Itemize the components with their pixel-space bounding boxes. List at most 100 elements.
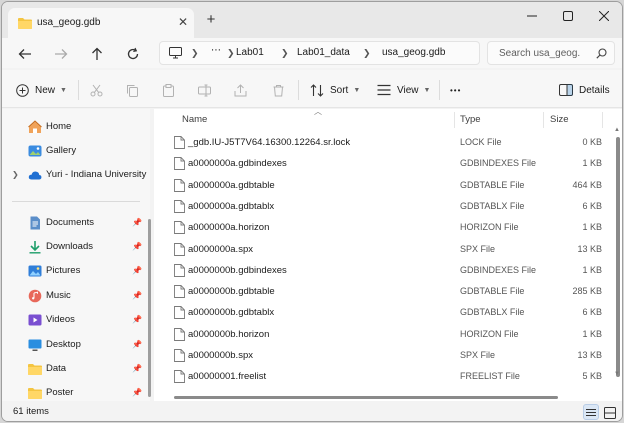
view-button[interactable]: View ▼ [377,82,430,98]
file-type: GDBTABLX File [460,307,525,318]
horizontal-scrollbar[interactable] [174,396,558,399]
sidebar-item-label: Home [46,121,72,132]
file-name: a0000000a.gdbtable [188,179,275,191]
pin-icon[interactable]: 📌 [132,291,142,300]
file-row[interactable]: a0000000a.gdbtablx GDBTABLX File 6 KB [154,197,616,218]
file-type: GDBINDEXES File [460,158,537,169]
file-size: 1 KB [582,264,602,275]
cut-button[interactable] [90,82,103,98]
file-row[interactable]: a0000000a.gdbindexes GDBINDEXES File 1 KB [154,154,616,175]
file-icon [174,327,185,344]
new-tab-icon[interactable]: + [203,12,219,29]
share-button[interactable] [234,82,247,98]
new-button[interactable]: New ▼ [16,82,67,98]
pin-icon[interactable]: 📌 [132,266,142,275]
file-name: a0000000a.horizon [188,222,270,234]
file-icon [174,136,185,152]
rename-button[interactable] [198,82,211,98]
search-box[interactable]: Search usa_geog. [487,41,615,65]
column-header-name[interactable]: Name [182,114,207,125]
file-row[interactable]: a0000000b.gdbtable GDBTABLE File 285 KB [154,282,616,303]
minimize-icon [527,15,537,17]
pin-icon[interactable]: 📌 [132,242,142,251]
breadcrumb-more[interactable]: ⋯ [211,45,221,56]
file-name: a0000000a.gdbindexes [188,158,287,170]
paste-button[interactable] [162,82,175,98]
delete-button[interactable] [272,82,285,98]
file-row[interactable]: _gdb.IU-J5T7V64.16300.12264.sr.lock LOCK … [154,133,616,154]
sidebar-item-home[interactable]: Home [2,117,148,137]
folder-icon [28,362,42,376]
back-button[interactable] [14,43,36,65]
copy-button[interactable] [126,82,139,98]
chevron-right-icon[interactable]: ❯ [12,170,19,179]
downloads-icon [28,240,42,254]
sort-button[interactable]: Sort ▼ [310,82,360,98]
sidebar-item-label: Documents [46,217,95,228]
file-row[interactable]: a0000000b.spx SPX File 13 KB [154,346,616,367]
sidebar-item-onedrive[interactable]: ❯ Yuri - Indiana University [2,165,148,185]
pin-icon[interactable]: 📌 [132,388,142,397]
file-row[interactable]: a0000000b.horizon HORIZON File 1 KB [154,325,616,346]
pin-icon[interactable]: 📌 [132,218,142,227]
search-icon[interactable] [596,48,607,62]
sidebar-item-pictures[interactable]: Pictures 📌 [2,261,148,281]
search-input[interactable]: Search usa_geog. [499,48,580,59]
scroll-up-icon[interactable]: ▲ [614,127,620,133]
column-header-size[interactable]: Size [550,114,568,125]
column-divider[interactable] [543,112,544,128]
sidebar-scrollbar[interactable] [148,219,151,397]
tab-close-icon[interactable]: ✕ [176,15,190,29]
close-button[interactable] [586,6,622,26]
sidebar-item-documents[interactable]: Documents 📌 [2,213,148,233]
tab-usa-geog[interactable]: usa_geog.gdb ✕ [8,8,194,38]
pin-icon[interactable]: 📌 [132,340,142,349]
file-row[interactable]: a0000000a.gdbtable GDBTABLE File 464 KB [154,176,616,197]
details-button[interactable]: Details [559,82,610,98]
up-button[interactable] [86,43,108,65]
sidebar-item-label: Music [46,290,71,301]
trash-icon [273,84,284,96]
column-divider[interactable] [454,112,455,128]
status-bar: 61 items [2,401,622,421]
breadcrumb-lab01[interactable]: Lab01 [236,47,264,58]
file-type: FREELIST File [460,371,520,382]
chevron-down-icon: ▼ [353,86,361,94]
file-size: 1 KB [582,222,602,233]
sidebar-item-poster[interactable]: Poster 📌 [2,383,148,403]
address-bar[interactable]: ❯ ⋯ ❯ Lab01 ❯ Lab01_data ❯ usa_geog.gdb [159,41,480,65]
file-icon [174,221,185,237]
file-row[interactable]: a0000000a.spx SPX File 13 KB [154,240,616,261]
scroll-down-icon[interactable]: ▼ [614,371,620,377]
pin-icon[interactable]: 📌 [132,315,142,324]
sidebar-item-data[interactable]: Data 📌 [2,359,148,379]
tiles-view-button[interactable] [602,404,618,420]
sidebar-item-desktop[interactable]: Desktop 📌 [2,335,148,355]
sidebar-item-gallery[interactable]: Gallery [2,141,148,161]
file-row[interactable]: a0000000b.gdbindexes GDBINDEXES File 1 KB [154,261,616,282]
vertical-scrollbar[interactable] [616,137,620,377]
forward-button[interactable] [50,43,72,65]
file-row[interactable]: a00000001.freelist FREELIST File 5 KB [154,367,616,388]
column-divider[interactable] [602,112,603,128]
details-view-button[interactable] [583,404,599,420]
sidebar-item-downloads[interactable]: Downloads 📌 [2,237,148,257]
sidebar-item-music[interactable]: Music 📌 [2,286,148,306]
file-row[interactable]: a0000000b.gdbtablx GDBTABLX File 6 KB [154,303,616,324]
breadcrumb-lab01-data[interactable]: Lab01_data [297,47,350,58]
paste-icon [163,83,174,97]
toolbar-divider [298,80,299,100]
new-label: New [35,84,56,96]
file-name: a0000000a.gdbtablx [188,200,275,212]
pin-icon[interactable]: 📌 [132,364,142,373]
sidebar-item-videos[interactable]: Videos 📌 [2,310,148,330]
file-name: a0000000a.spx [188,243,253,255]
minimize-button[interactable] [514,6,550,26]
breadcrumb-chevron-icon: ❯ [191,48,199,58]
refresh-button[interactable] [122,43,144,65]
maximize-button[interactable] [550,6,586,26]
more-options-button[interactable]: ••• [450,82,461,98]
column-header-type[interactable]: Type [460,114,481,125]
breadcrumb-usa-geog[interactable]: usa_geog.gdb [382,47,445,58]
file-row[interactable]: a0000000a.horizon HORIZON File 1 KB [154,218,616,239]
